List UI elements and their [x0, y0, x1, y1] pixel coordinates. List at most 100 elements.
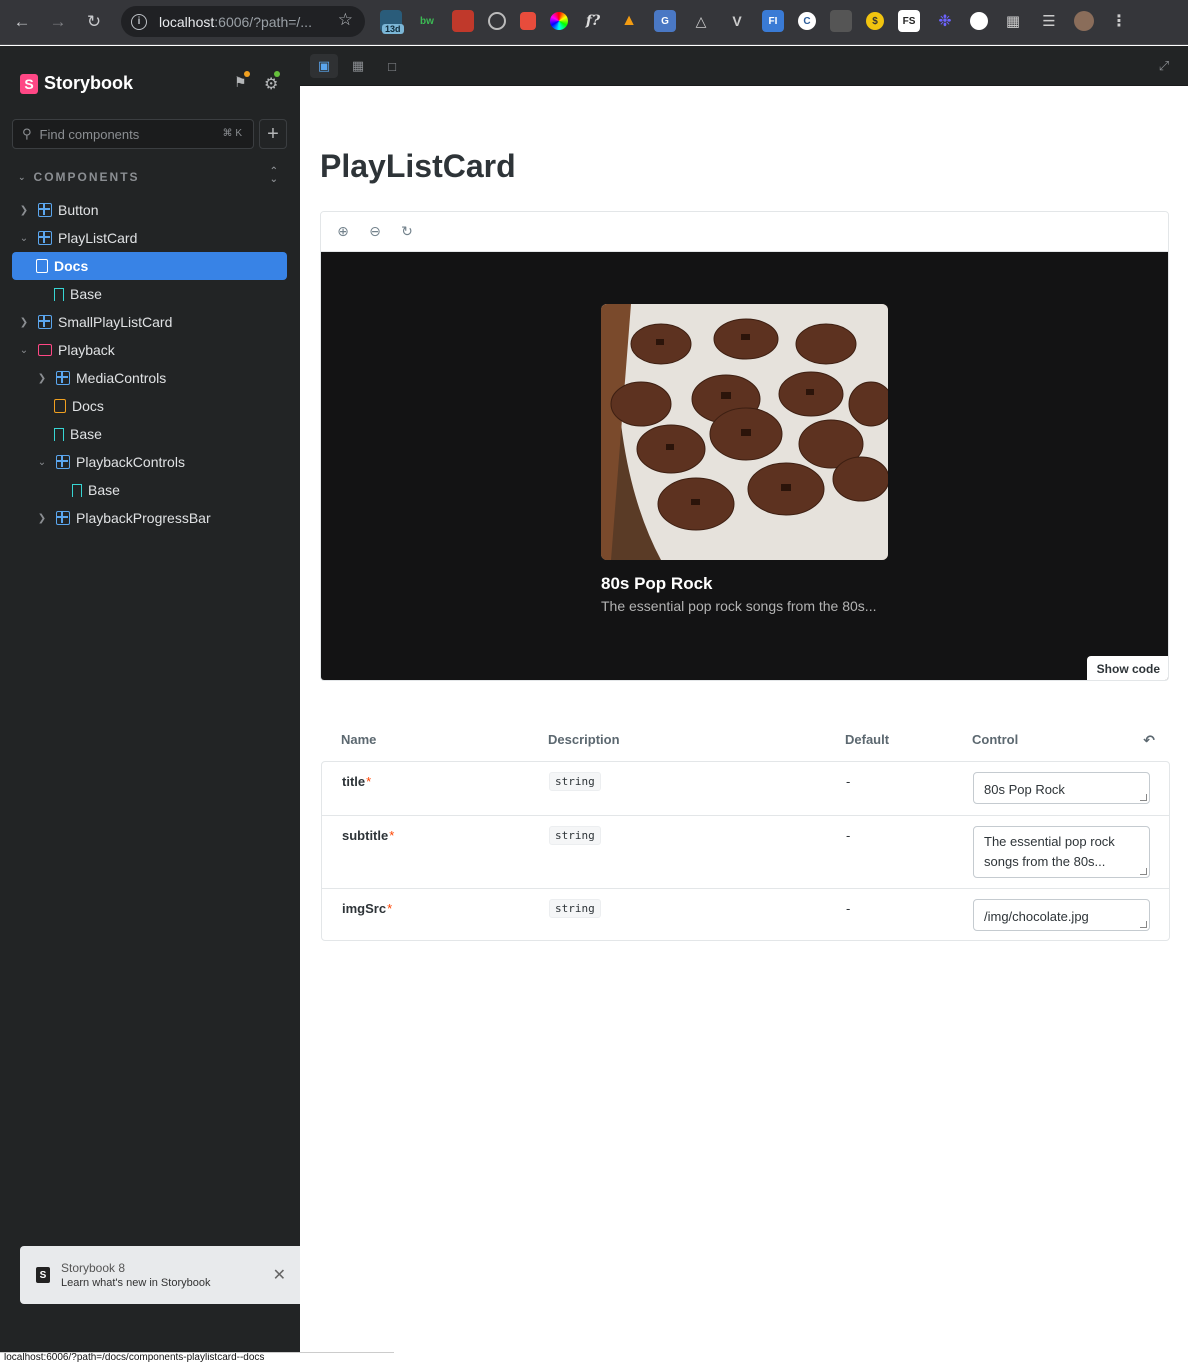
site-info-icon[interactable]: i [131, 13, 147, 30]
image-view-icon[interactable]: ▣ [310, 54, 338, 78]
grid-icon[interactable]: ▦ [344, 54, 372, 78]
status-dot [274, 71, 280, 77]
toast-title: Storybook 8 [61, 1261, 126, 1275]
pc-extension-icon[interactable]: C [798, 12, 816, 30]
brand-title: Storybook [44, 73, 134, 93]
triangle-extension-icon[interactable]: △ [690, 10, 712, 32]
show-code-button[interactable]: Show code [1086, 656, 1168, 680]
zoom-reset-icon[interactable]: ↻ [397, 222, 417, 242]
address-bar[interactable]: i localhost:6006/?path=/... ☆ [121, 6, 365, 37]
arg-type: string [549, 899, 601, 918]
sidebar-item-smallplaylistcard[interactable]: ❯ SmallPlayListCard [18, 308, 288, 336]
bw-extension-icon[interactable]: bw [416, 10, 438, 32]
font-extension-icon[interactable]: f? [582, 10, 604, 32]
sidebar-item-label: Button [58, 202, 99, 218]
sidebar-item-mediacontrols[interactable]: ❯ MediaControls [36, 364, 288, 392]
gear-extension-icon[interactable]: ❉ [934, 10, 956, 32]
browser-toolbar: ← → ↻ i localhost:6006/?path=/... ☆ bw f… [0, 0, 1188, 45]
puzzle-extensions-icon[interactable]: ▦ [1002, 10, 1024, 32]
arg-name-text: subtitle [342, 828, 389, 843]
sidebar-item-playback[interactable]: ⌄ Playback [18, 336, 288, 364]
title-control-input[interactable]: 80s Pop Rock [973, 772, 1150, 804]
settings-gear-icon[interactable]: ⚙ [264, 71, 280, 94]
sidebar-item-label: PlayListCard [58, 230, 138, 246]
subtitle-control-input[interactable]: The essential pop rock songs from the 80… [973, 826, 1150, 878]
component-icon [56, 511, 70, 525]
search-shortcut: ⌘ K [222, 128, 242, 139]
arg-name: subtitle* [342, 828, 394, 843]
back-arrow-icon[interactable]: ← [8, 8, 36, 36]
playlist-card-title: 80s Pop Rock [601, 574, 713, 593]
coin-extension-icon[interactable]: $ [866, 12, 884, 30]
translate-extension-icon[interactable]: G [654, 10, 676, 32]
chevron-right-icon: ❯ [37, 372, 47, 384]
close-icon[interactable]: ✕ [273, 1265, 286, 1285]
imgsrc-control-input[interactable]: /img/chocolate.jpg [973, 899, 1150, 931]
forward-arrow-icon[interactable]: → [44, 8, 72, 36]
sidebar-item-playbackcontrols-base[interactable]: Base [54, 476, 288, 504]
zoom-in-icon[interactable]: ⊕ [333, 222, 353, 242]
arg-name-text: imgSrc [342, 901, 387, 916]
storybook-brand[interactable]: S Storybook [20, 73, 133, 94]
whats-new-flag-icon[interactable]: ⚑ [234, 71, 250, 91]
document-extension-icon[interactable] [520, 12, 536, 30]
profile-avatar-icon[interactable] [1074, 11, 1094, 31]
fullscreen-icon[interactable]: ⤢ [1150, 54, 1178, 78]
whats-new-toast[interactable]: S Storybook 8 Learn what's new in Storyb… [20, 1246, 300, 1304]
sidebar-item-playbackprogressbar[interactable]: ❯ PlaybackProgressBar [36, 504, 288, 532]
search-placeholder: Find components [39, 126, 140, 142]
sidebar-item-playlistcard-base[interactable]: Base [36, 280, 288, 308]
circle-extension-icon[interactable] [970, 12, 988, 30]
search-input[interactable]: ⚲ Find components ⌘ K [12, 119, 254, 149]
table-row: imgSrc* string - /img/chocolate.jpg [322, 888, 1169, 940]
arg-default: - [846, 901, 851, 916]
sidebar-item-playbackcontrols[interactable]: ⌄ PlaybackControls [36, 448, 288, 476]
args-table-header: Name Description Default Control ↶ [321, 732, 1169, 752]
component-icon [56, 455, 70, 469]
sidebar-item-label: Docs [54, 258, 89, 274]
outline-icon[interactable]: □ [378, 54, 406, 78]
page-title: PlayListCard [320, 148, 516, 184]
chevron-down-icon: ⌄ [19, 232, 29, 244]
red-extension-icon[interactable] [452, 10, 474, 32]
sidebar-item-playlistcard-docs[interactable]: Docs [12, 252, 287, 280]
screenshot-extension-icon[interactable] [830, 10, 852, 32]
chevron-down-icon: ⌄ [19, 344, 29, 356]
story-preview: 80s Pop Rock The essential pop rock song… [321, 252, 1168, 680]
media-queue-icon[interactable]: ☰ [1038, 10, 1060, 32]
create-story-button[interactable]: + [259, 119, 287, 149]
table-row: title* string - 80s Pop Rock [322, 762, 1169, 815]
expand-collapse-icon[interactable]: ⌃ ⌄ [270, 167, 278, 185]
playlist-card-subtitle: The essential pop rock songs from the 80… [601, 598, 877, 614]
required-marker: * [389, 828, 395, 843]
folder-icon [38, 344, 52, 356]
reset-controls-icon[interactable]: ↶ [1143, 732, 1155, 749]
arg-type: string [549, 826, 601, 845]
fs-extension-icon[interactable]: FS [898, 10, 920, 32]
arg-name-text: title [342, 774, 366, 789]
canvas-toolbar: ⊕ ⊖ ↻ [321, 212, 1168, 252]
reload-icon[interactable]: ↻ [80, 8, 108, 36]
target-extension-icon[interactable] [488, 12, 506, 30]
browser-menu-icon[interactable]: ⋮ [1108, 10, 1130, 32]
storybook-logo-icon: S [20, 73, 38, 94]
fi-extension-icon[interactable]: FI [762, 10, 784, 32]
chocolate-cookies-image [601, 304, 888, 560]
sidebar-item-button[interactable]: ❯ Button [18, 196, 288, 224]
calendar-badge: 13d [382, 24, 404, 34]
sidebar-item-playback-base[interactable]: Base [36, 420, 288, 448]
bookmark-star-icon[interactable]: ☆ [338, 10, 353, 30]
color-picker-extension-icon[interactable] [550, 12, 568, 30]
components-section-header[interactable]: ⌄ COMPONENTS ⌃ ⌄ [18, 167, 288, 185]
args-table: title* string - 80s Pop Rock subtitle* s… [321, 761, 1170, 941]
playlist-cover-image[interactable] [601, 304, 888, 560]
zoom-out-icon[interactable]: ⊖ [365, 222, 385, 242]
sidebar-item-playback-docs[interactable]: Docs [36, 392, 288, 420]
extensions-bar: bw f? ▲ G △ V FI C $ FS ❉ ▦ ☰ ⋮ [380, 10, 1144, 32]
chevron-right-icon: ❯ [19, 204, 29, 216]
chevron-right-icon: ❯ [37, 512, 47, 524]
figure-extension-icon[interactable]: ▲ [618, 10, 640, 32]
sidebar-item-playlistcard[interactable]: ⌄ PlayListCard [18, 224, 288, 252]
vue-extension-icon[interactable]: V [726, 10, 748, 32]
arg-name: imgSrc* [342, 901, 392, 916]
